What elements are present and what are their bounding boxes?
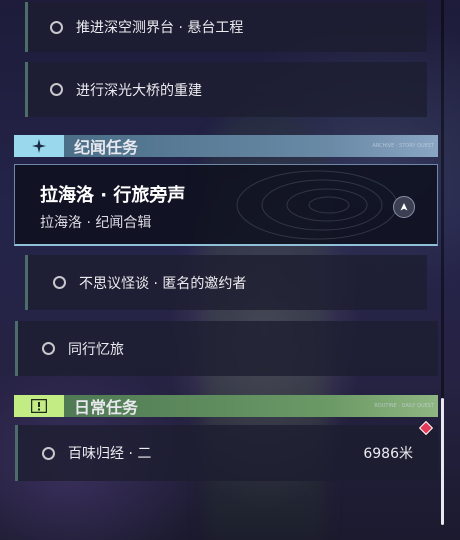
section-header-daily: 日常任务 ROUTINE · DAILY QUEST — [14, 395, 438, 417]
status-circle-icon — [50, 83, 63, 96]
quest-item[interactable]: 进行深光大桥的重建 — [25, 62, 427, 117]
quest-title: 百味归经 · 二 — [68, 446, 152, 462]
featured-quest-card[interactable]: 拉海洛 · 行旅旁声 拉海洛 · 纪闻合辑 — [14, 164, 438, 246]
section-tag: ROUTINE · DAILY QUEST — [374, 403, 434, 409]
quest-title: 进行深光大桥的重建 — [76, 82, 202, 99]
status-circle-icon — [42, 342, 55, 355]
status-circle-icon — [53, 276, 66, 289]
exclamation-icon — [14, 395, 64, 417]
status-circle-icon — [42, 446, 55, 460]
nav-marker-icon[interactable] — [393, 196, 415, 218]
quest-distance: 6986米 — [363, 446, 413, 462]
quest-item[interactable]: 不思议怪谈 · 匿名的邀约者 — [25, 255, 427, 310]
featured-subtitle: 拉海洛 · 纪闻合辑 — [40, 215, 152, 231]
section-title: 日常任务 — [74, 398, 139, 417]
status-circle-icon — [50, 20, 63, 34]
scrollbar-thumb[interactable] — [441, 398, 444, 525]
quest-item[interactable]: 推进深空测界台 · 悬台工程 — [25, 2, 427, 52]
featured-title: 拉海洛 · 行旅旁声 — [40, 185, 186, 206]
quest-item[interactable]: 同行忆旅 — [15, 321, 438, 376]
sparkle-icon — [14, 135, 64, 157]
quest-title: 推进深空测界台 · 悬台工程 — [76, 20, 244, 36]
quest-title: 不思议怪谈 · 匿名的邀约者 — [79, 275, 247, 292]
quest-item[interactable]: 百味归经 · 二 6986米 — [15, 425, 438, 481]
section-header-story: 纪闻任务 ARCHIVE · STORY QUEST — [14, 135, 438, 157]
section-title: 纪闻任务 — [74, 138, 139, 157]
section-tag: ARCHIVE · STORY QUEST — [372, 143, 434, 149]
topographic-pattern — [236, 170, 398, 240]
quest-title: 同行忆旅 — [68, 341, 124, 358]
